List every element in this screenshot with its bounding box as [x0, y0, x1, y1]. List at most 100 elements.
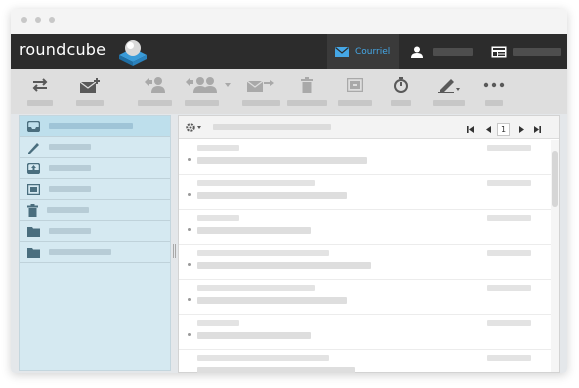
- message-date-placeholder: [487, 180, 531, 186]
- folder-label-placeholder: [49, 228, 91, 234]
- folder-item-custom-2[interactable]: [20, 242, 170, 263]
- folder-item-trash[interactable]: [20, 200, 170, 221]
- inbox-icon: [27, 120, 40, 132]
- browser-window: roundcube Courriel 1: [11, 9, 567, 373]
- folder-label-placeholder: [49, 186, 91, 192]
- more-label-placeholder: [485, 100, 503, 106]
- folder-label-placeholder: [49, 249, 111, 255]
- folder-item-sent[interactable]: [20, 158, 170, 179]
- user-icon: [411, 46, 423, 58]
- folder-icon: [27, 226, 40, 237]
- folder-list: [19, 115, 171, 371]
- contacts-icon[interactable]: [491, 46, 507, 58]
- user-menu[interactable]: [411, 34, 561, 69]
- reply-dropdown[interactable]: [223, 75, 233, 109]
- sync-arrows-icon: [32, 78, 48, 92]
- message-row[interactable]: [179, 280, 551, 315]
- refresh-label-placeholder: [27, 100, 53, 106]
- mail-task-label: Courriel: [355, 46, 391, 57]
- message-date-placeholder: [487, 250, 531, 256]
- compose-button[interactable]: [73, 75, 107, 109]
- folder-item-drafts[interactable]: [20, 137, 170, 158]
- folder-item-inbox[interactable]: [20, 116, 170, 137]
- message-sender-placeholder: [197, 285, 315, 291]
- trash-icon: [301, 77, 313, 93]
- list-search-placeholder[interactable]: [213, 124, 331, 130]
- delete-label-placeholder: [287, 100, 327, 106]
- reply-all-button[interactable]: [179, 75, 225, 109]
- message-row[interactable]: [179, 210, 551, 245]
- trash-icon: [27, 203, 38, 217]
- window-titlebar: [11, 9, 567, 34]
- refresh-button[interactable]: [23, 75, 57, 109]
- message-sender-placeholder: [197, 250, 329, 256]
- message-date-placeholder: [487, 355, 531, 361]
- archive-icon: [27, 183, 40, 195]
- compose-label-placeholder: [76, 100, 104, 106]
- edit-label-placeholder: [433, 100, 465, 106]
- mail-task-tab[interactable]: Courriel: [327, 34, 399, 69]
- page-number-field[interactable]: 1: [497, 122, 510, 136]
- last-page-icon[interactable]: [533, 125, 541, 133]
- message-sender-placeholder: [197, 320, 239, 326]
- delete-button[interactable]: [287, 75, 327, 109]
- panel-splitter-handle[interactable]: [173, 244, 176, 258]
- mark-label-placeholder: [391, 100, 411, 106]
- forward-icon: [246, 80, 274, 92]
- message-sender-placeholder: [197, 145, 239, 151]
- stopwatch-icon: [394, 77, 408, 93]
- compose-icon: [79, 78, 100, 93]
- envelope-icon: [335, 46, 349, 57]
- window-close-dot[interactable]: [21, 17, 27, 23]
- gear-icon[interactable]: [186, 123, 202, 132]
- next-page-icon[interactable]: [517, 125, 525, 133]
- pencil-icon: [438, 79, 460, 93]
- message-row[interactable]: [179, 315, 551, 350]
- message-status-dot: [188, 158, 191, 161]
- message-sender-placeholder: [197, 355, 329, 361]
- message-list-scrollbar-thumb[interactable]: [552, 151, 558, 207]
- archive-button[interactable]: [337, 75, 373, 109]
- message-date-placeholder: [487, 320, 531, 326]
- archive-icon: [347, 78, 363, 92]
- folder-item-archive[interactable]: [20, 179, 170, 200]
- roundcube-logo-icon: [119, 40, 147, 66]
- folder-label-placeholder: [47, 207, 89, 213]
- message-row[interactable]: [179, 175, 551, 210]
- forward-button[interactable]: [241, 75, 281, 109]
- username-placeholder: [433, 47, 473, 56]
- message-sender-placeholder: [197, 215, 239, 221]
- previous-page-icon[interactable]: [485, 125, 493, 133]
- message-subject-placeholder: [197, 332, 311, 339]
- message-list-panel: 1: [178, 115, 560, 373]
- mail-toolbar: [11, 69, 567, 114]
- edit-button[interactable]: [431, 75, 467, 109]
- reply-button[interactable]: [137, 75, 173, 109]
- page-number: 1: [500, 124, 507, 134]
- window-minimize-dot[interactable]: [35, 17, 41, 23]
- folder-label-placeholder: [49, 123, 133, 129]
- reply-sender-icon: [145, 77, 165, 93]
- message-row[interactable]: [179, 140, 551, 175]
- more-icon: [483, 82, 505, 88]
- settings-label-placeholder: [513, 47, 561, 56]
- message-date-placeholder: [487, 285, 531, 291]
- app-logo-text: roundcube: [19, 40, 107, 59]
- reply-label-placeholder: [138, 100, 172, 106]
- mark-button[interactable]: [389, 75, 413, 109]
- pencil-icon: [28, 142, 39, 154]
- first-page-icon[interactable]: [467, 125, 475, 133]
- message-date-placeholder: [487, 215, 531, 221]
- message-date-placeholder: [487, 145, 531, 151]
- archive-label-placeholder: [338, 100, 372, 106]
- message-subject-placeholder: [197, 262, 371, 269]
- message-status-dot: [188, 263, 191, 266]
- app-header: roundcube Courriel: [11, 34, 567, 69]
- folder-item-custom-1[interactable]: [20, 221, 170, 242]
- message-row[interactable]: [179, 350, 551, 373]
- message-row[interactable]: [179, 245, 551, 280]
- more-button[interactable]: [481, 75, 507, 109]
- message-status-dot: [188, 298, 191, 301]
- window-maximize-dot[interactable]: [49, 17, 55, 23]
- message-subject-placeholder: [197, 192, 347, 199]
